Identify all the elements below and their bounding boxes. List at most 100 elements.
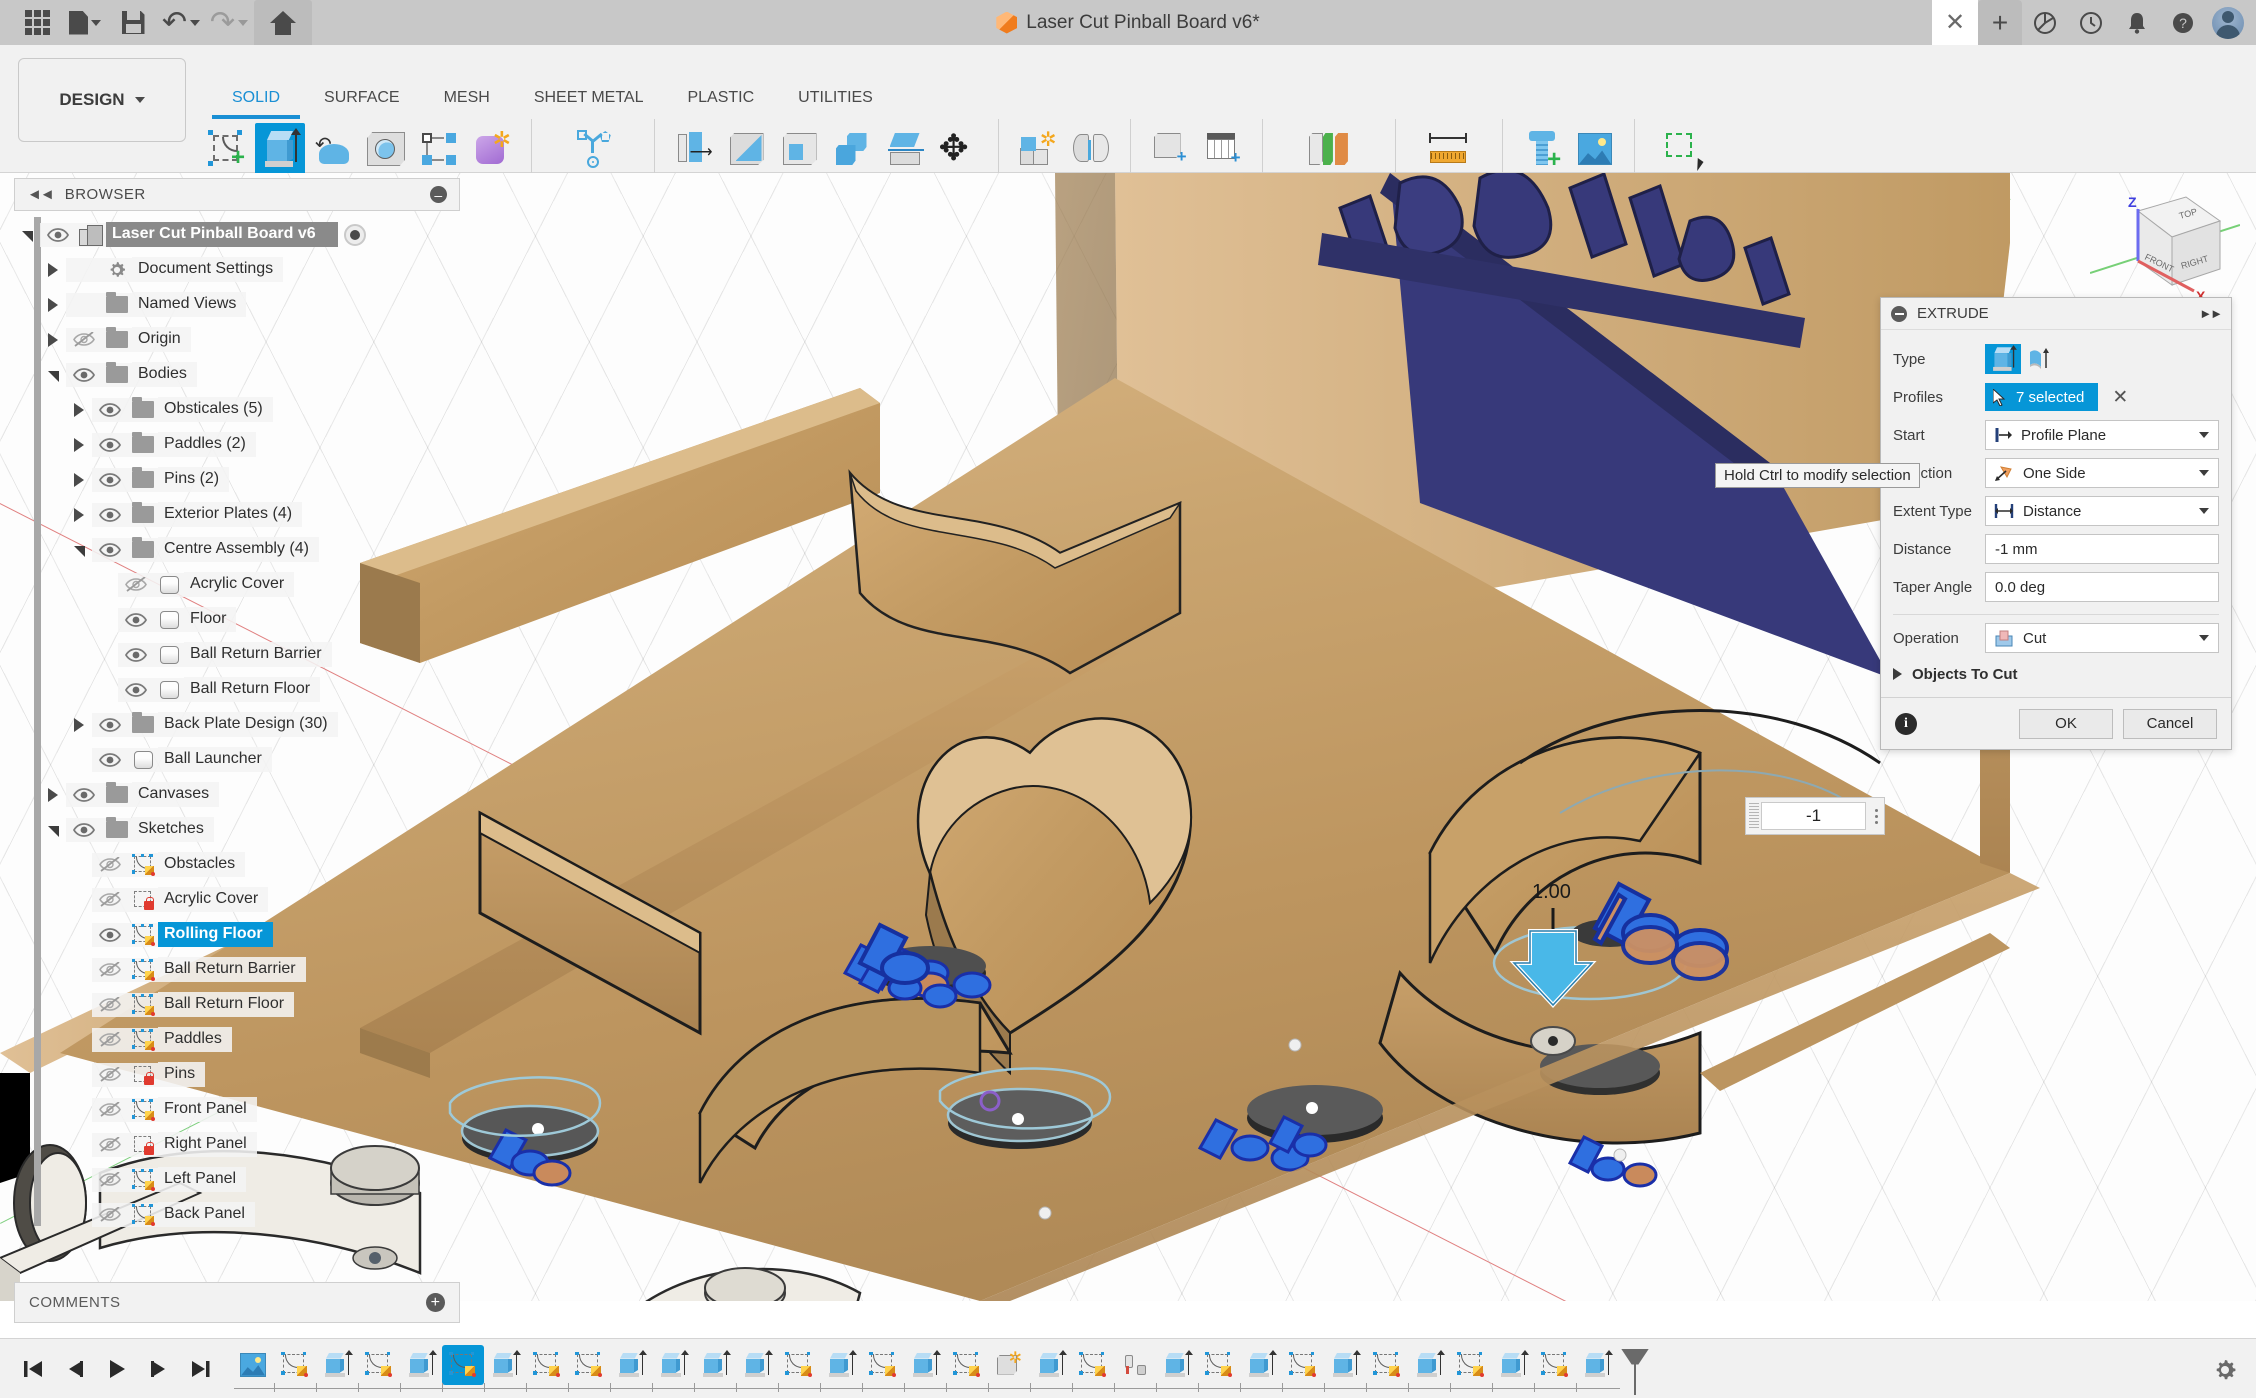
tab-sheet-metal[interactable]: SHEET METAL	[512, 89, 666, 107]
split-face-icon[interactable]	[881, 123, 931, 175]
tab-surface[interactable]: SURFACE	[302, 89, 422, 107]
tree-item-obsticales-5[interactable]: Obsticales (5)	[66, 392, 273, 427]
timeline-feature-extrude[interactable]	[1576, 1345, 1618, 1385]
expand-triangle-icon[interactable]	[66, 713, 92, 737]
tree-item-ball-return-barrier[interactable]: Ball Return Barrier	[66, 952, 306, 987]
timeline-feature-extrude[interactable]	[736, 1345, 778, 1385]
fillet-icon[interactable]	[722, 123, 772, 175]
more-options-icon[interactable]	[1868, 809, 1884, 824]
tree-item-named-views[interactable]: Named Views	[40, 287, 246, 322]
step-forward-icon[interactable]	[138, 1348, 180, 1390]
profile-extrude-icon[interactable]	[1985, 344, 2021, 374]
eye-visible-icon[interactable]	[92, 748, 128, 772]
skip-to-start-icon[interactable]	[12, 1348, 54, 1390]
new-tab-icon[interactable]: +	[1978, 0, 2022, 45]
selection-filter-icon[interactable]	[1660, 123, 1710, 175]
eye-visible-icon[interactable]	[66, 783, 102, 807]
insert-mcmaster-icon[interactable]: +	[1517, 123, 1567, 175]
eye-hidden-icon[interactable]	[92, 853, 128, 877]
timeline-feature-extrude[interactable]	[1324, 1345, 1366, 1385]
timeline-feature-sketch[interactable]	[946, 1345, 988, 1385]
combine-icon[interactable]	[828, 123, 878, 175]
eye-hidden-icon[interactable]	[92, 1168, 128, 1192]
account-avatar[interactable]	[2212, 7, 2244, 39]
expand-triangle-icon[interactable]	[66, 468, 92, 492]
timeline-feature-extrude[interactable]	[1240, 1345, 1282, 1385]
expand-triangle-icon[interactable]	[66, 503, 92, 527]
tree-item-front-panel[interactable]: Front Panel	[66, 1092, 257, 1127]
timeline-feature-extrude[interactable]	[1030, 1345, 1072, 1385]
eye-visible-icon[interactable]	[118, 608, 154, 632]
timeline-feature-extrude[interactable]	[1156, 1345, 1198, 1385]
timeline-end-marker[interactable]	[1634, 1351, 1636, 1395]
tree-item-exterior-plates-4[interactable]: Exterior Plates (4)	[66, 497, 302, 532]
eye-visible-icon[interactable]	[92, 433, 128, 457]
tree-item-floor[interactable]: Floor	[92, 602, 236, 637]
distance-input[interactable]: -1 mm	[1985, 534, 2219, 564]
timeline-feature-extrude[interactable]	[1492, 1345, 1534, 1385]
eye-hidden-icon[interactable]	[66, 328, 102, 352]
eye-visible-icon[interactable]	[118, 643, 154, 667]
collapse-triangle-icon[interactable]	[14, 223, 40, 247]
app-grid-icon[interactable]	[14, 3, 60, 43]
tree-item-obstacles[interactable]: Obstacles	[66, 847, 245, 882]
eye-visible-icon[interactable]	[92, 503, 128, 527]
help-icon[interactable]: ?	[2160, 0, 2206, 45]
timeline-feature-sketch[interactable]	[862, 1345, 904, 1385]
eye-visible-icon[interactable]	[66, 363, 102, 387]
undo-icon[interactable]: ↶	[158, 3, 204, 43]
expand-triangle-icon[interactable]	[40, 328, 66, 352]
activate-component-radio[interactable]	[344, 224, 366, 246]
play-icon[interactable]	[96, 1348, 138, 1390]
tree-item-ball-return-floor[interactable]: Ball Return Floor	[92, 672, 320, 707]
timeline-feature-sketch[interactable]	[1072, 1345, 1114, 1385]
view-cube[interactable]: TOP FRONT RIGHT Z X	[2090, 181, 2240, 311]
eye-visible-icon[interactable]	[40, 223, 76, 247]
configure-part-icon[interactable]: +	[1145, 123, 1195, 175]
eye-hidden-icon[interactable]	[92, 1133, 128, 1157]
timeline-feature-extrude[interactable]	[904, 1345, 946, 1385]
collapse-triangle-icon[interactable]	[66, 538, 92, 562]
tree-item-ball-return-barrier[interactable]: Ball Return Barrier	[92, 637, 332, 672]
timeline-feature-extrude[interactable]	[694, 1345, 736, 1385]
eye-hidden-icon[interactable]	[92, 1063, 128, 1087]
gear-icon[interactable]	[2212, 1357, 2238, 1383]
ok-button[interactable]: OK	[2019, 709, 2113, 739]
timeline-feature-sketch[interactable]	[1450, 1345, 1492, 1385]
eye-hidden-icon[interactable]	[92, 958, 128, 982]
eye-hidden-icon[interactable]	[92, 888, 128, 912]
timeline-feature-sketch[interactable]	[1366, 1345, 1408, 1385]
timeline-feature-sketch[interactable]	[1198, 1345, 1240, 1385]
tree-item-ball-launcher[interactable]: Ball Launcher	[66, 742, 272, 777]
expand-triangle-icon[interactable]	[66, 433, 92, 457]
extensions-icon[interactable]	[2022, 0, 2068, 45]
tree-item-back-plate-design-30[interactable]: Back Plate Design (30)	[66, 707, 338, 742]
inline-distance-editor[interactable]: -1	[1745, 797, 1885, 835]
timeline-feature-sketch[interactable]	[526, 1345, 568, 1385]
eye-visible-icon[interactable]	[92, 468, 128, 492]
step-back-icon[interactable]	[54, 1348, 96, 1390]
tab-mesh[interactable]: MESH	[422, 89, 512, 107]
collapse-triangle-icon[interactable]	[40, 818, 66, 842]
taper-angle-input[interactable]: 0.0 deg	[1985, 572, 2219, 602]
tree-item-paddles-2[interactable]: Paddles (2)	[66, 427, 256, 462]
insert-canvas-icon[interactable]	[1570, 123, 1620, 175]
workspace-switcher[interactable]: DESIGN	[18, 58, 186, 142]
timeline-track[interactable]: ✲	[232, 1341, 2256, 1397]
skip-to-end-icon[interactable]	[180, 1348, 222, 1390]
timeline-feature-extrude[interactable]	[652, 1345, 694, 1385]
tree-item-paddles[interactable]: Paddles	[66, 1022, 232, 1057]
pattern-icon[interactable]	[414, 123, 464, 175]
direction-dropdown[interactable]: One Side	[1985, 458, 2219, 488]
timeline-feature-sketch[interactable]	[274, 1345, 316, 1385]
tree-item-origin[interactable]: Origin	[40, 322, 191, 357]
offset-plane-icon[interactable]	[1304, 123, 1354, 175]
sphere-icon[interactable]	[361, 123, 411, 175]
eye-visible-icon[interactable]	[92, 923, 128, 947]
timeline-feature-extrude[interactable]	[820, 1345, 862, 1385]
tree-item-back-panel[interactable]: Back Panel	[66, 1197, 255, 1232]
joint-icon[interactable]	[1066, 123, 1116, 175]
automate-icon[interactable]	[568, 123, 618, 175]
timeline-feature-sketch[interactable]	[778, 1345, 820, 1385]
tree-item-acrylic-cover[interactable]: Acrylic Cover	[92, 567, 294, 602]
